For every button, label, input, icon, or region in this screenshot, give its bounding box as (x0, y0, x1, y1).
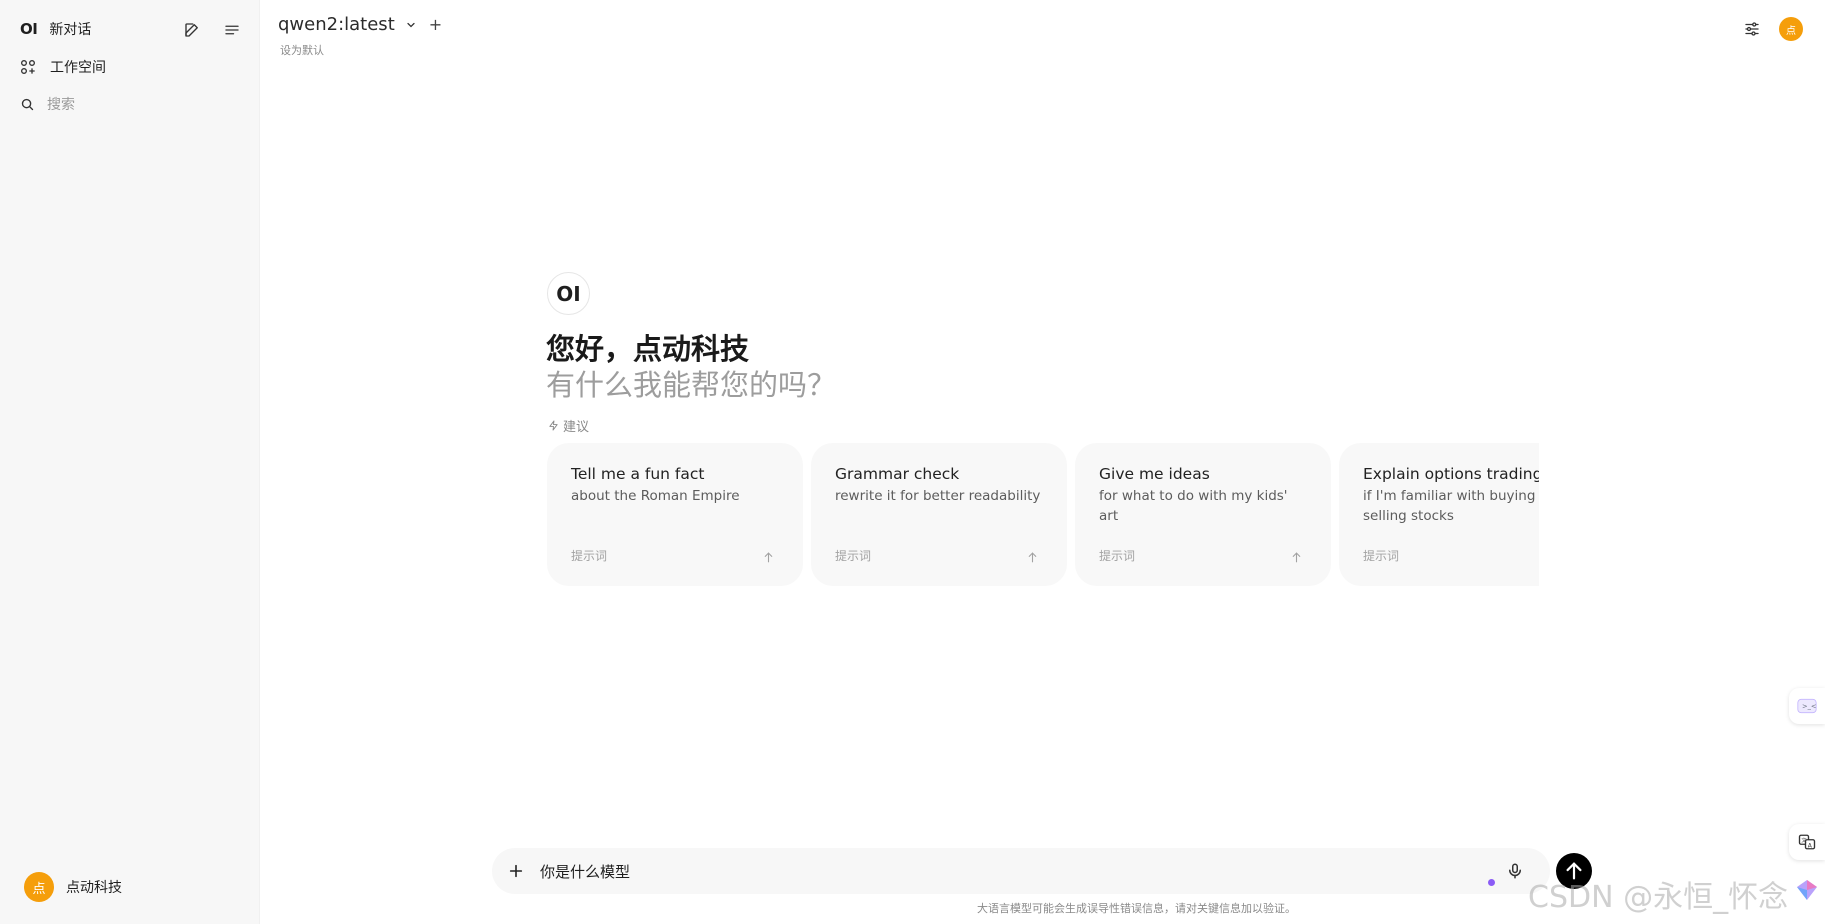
card-title: Tell me a fun fact (571, 465, 705, 483)
search-icon (21, 98, 34, 110)
suggestion-card[interactable]: Grammar check rewrite it for better read… (811, 443, 1067, 586)
top-right-controls: 点 (1743, 17, 1803, 41)
model-name[interactable]: qwen2:latest (278, 14, 395, 35)
chat-face-icon: >_< (1797, 698, 1817, 714)
suggestions-label: 建议 (548, 416, 589, 435)
toggle-sidebar-button[interactable] (220, 18, 244, 42)
chat-input-bar (492, 848, 1550, 894)
card-prompt-label: 提示词 (1363, 549, 1400, 563)
add-model-button[interactable]: + (429, 15, 442, 34)
set-default-link[interactable]: 设为默认 (280, 42, 324, 58)
card-title: Grammar check (835, 465, 960, 483)
workspace-icon (21, 60, 35, 74)
hero-logo: OI (547, 272, 590, 315)
user-name: 点动科技 (66, 880, 122, 896)
card-subtitle: for what to do with my kids' art (1099, 488, 1288, 524)
card-subtitle: about the Roman Empire (571, 488, 740, 504)
app-logo: OI (20, 20, 38, 38)
search-input[interactable]: 搜索 (47, 94, 75, 114)
sidebar: OI 新对话 工作空间 搜索 点 点动科技 (0, 0, 260, 924)
model-selector[interactable]: qwen2:latest + (278, 14, 442, 35)
new-chat-label[interactable]: 新对话 (49, 19, 91, 39)
user-menu[interactable]: 点 点动科技 (24, 872, 122, 902)
suggestion-cards: Tell me a fun fact about the Roman Empir… (547, 443, 1539, 586)
suggestion-card[interactable]: Tell me a fun fact about the Roman Empir… (547, 443, 803, 586)
arrow-up-icon (764, 552, 773, 563)
card-prompt-label: 提示词 (571, 549, 608, 563)
svg-text:>_<: >_< (1802, 703, 1816, 711)
subgreeting: 有什么我能帮您的吗？ (546, 368, 837, 402)
chat-input[interactable] (540, 862, 1550, 880)
microphone-icon[interactable] (1506, 861, 1524, 881)
floating-app-button[interactable] (1789, 872, 1825, 908)
status-dot (1488, 879, 1495, 886)
sidebar-item-workspace[interactable]: 工作空间 (20, 53, 106, 81)
card-subtitle: rewrite it for better readability (835, 488, 1041, 504)
svg-text:文: 文 (1801, 836, 1807, 844)
floating-assistant-button[interactable]: >_< (1789, 688, 1825, 724)
card-title: Give me ideas (1099, 465, 1210, 483)
card-prompt-label: 提示词 (1099, 549, 1136, 563)
suggestions-label-text: 建议 (563, 420, 590, 435)
plus-icon (509, 864, 523, 878)
watermark: CSDN @永恒_怀念 (1528, 880, 1789, 915)
floating-translate-button[interactable]: 文A (1789, 824, 1825, 860)
gem-icon (1797, 880, 1817, 900)
chevron-down-icon[interactable] (405, 19, 417, 31)
new-chat-button[interactable] (180, 18, 204, 42)
translate-icon: 文A (1798, 834, 1816, 850)
card-prompt-label: 提示词 (835, 549, 872, 563)
new-chat-row[interactable]: OI 新对话 (20, 15, 91, 43)
sidebar-search[interactable]: 搜索 (20, 90, 75, 118)
card-subtitle: if I'm familiar with buying and selling … (1363, 488, 1539, 524)
card-title: Explain options trading (1363, 465, 1539, 483)
settings-sliders-icon[interactable] (1743, 20, 1761, 38)
avatar: 点 (24, 872, 54, 902)
workspace-label: 工作空间 (50, 60, 106, 76)
attach-button[interactable] (492, 863, 540, 879)
arrow-up-icon (1028, 552, 1037, 563)
menu-icon (225, 25, 239, 35)
suggestion-card[interactable]: Give me ideas for what to do with my kid… (1075, 443, 1331, 586)
lightning-icon (549, 420, 558, 431)
edit-icon (185, 23, 198, 37)
disclaimer-text: 大语言模型可能会生成误导性错误信息，请对关键信息加以验证。 (977, 902, 1296, 915)
arrow-up-icon (1292, 552, 1301, 563)
user-avatar-button[interactable]: 点 (1779, 17, 1803, 41)
suggestion-card[interactable]: Explain options trading if I'm familiar … (1339, 443, 1539, 586)
